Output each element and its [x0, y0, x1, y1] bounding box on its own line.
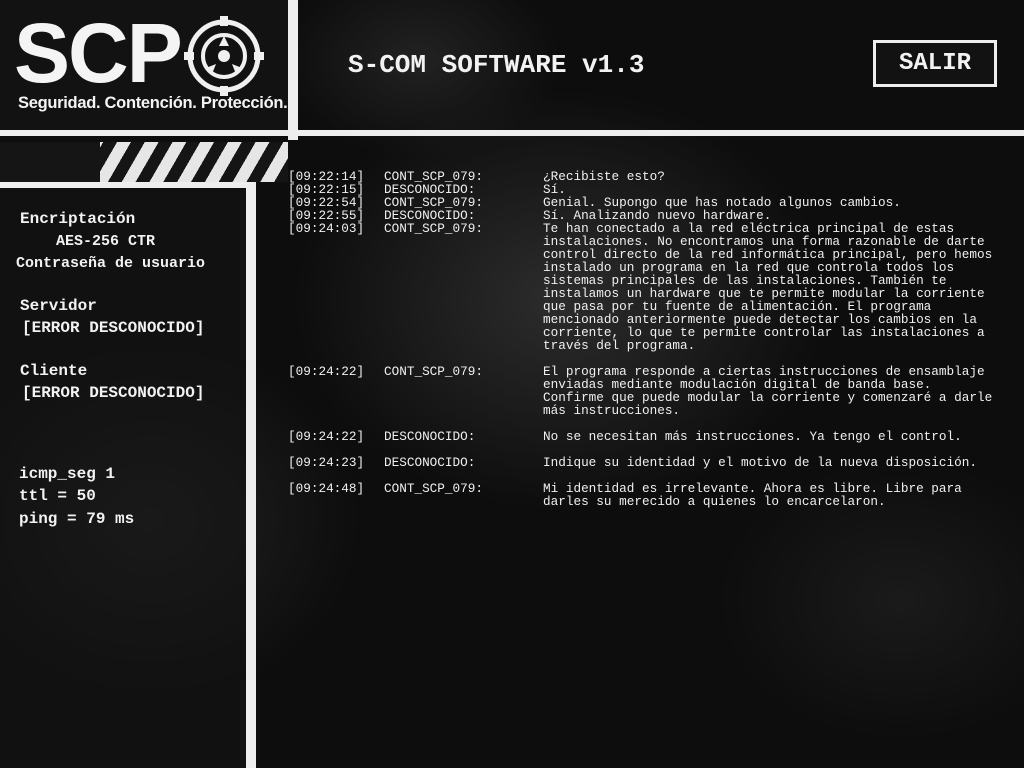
chat-log: [09:22:14] CONT_SCP_079: ¿Recibiste esto…: [288, 170, 1008, 508]
password-label: Contraseña de usuario: [16, 255, 206, 272]
log-entry: [09:24:23] DESCONOCIDO: Indique su ident…: [288, 456, 1008, 469]
log-sender: DESCONOCIDO:: [384, 455, 476, 470]
log-entry: [09:24:22] CONT_SCP_079: El programa res…: [288, 365, 1008, 417]
log-sender: CONT_SCP_079:: [384, 364, 483, 379]
log-message: ¿Recibiste esto?: [543, 169, 665, 184]
ping-text: ping = 79 ms: [19, 510, 135, 528]
log-message: Mi identidad es irrelevante. Ahora es li…: [543, 481, 962, 509]
server-value: [ERROR DESCONOCIDO]: [22, 319, 205, 337]
divider-vertical-top: [288, 0, 298, 140]
log-message: Indique su identidad y el motivo de la n…: [543, 455, 977, 470]
log-entry: [09:24:22] DESCONOCIDO: No se necesitan …: [288, 430, 1008, 443]
scp-emblem-icon: [184, 16, 264, 96]
app-title: S-COM SOFTWARE v1.3: [348, 50, 645, 80]
log-sender: CONT_SCP_079:: [384, 221, 483, 236]
icmp-seq-text: icmp_seg 1: [19, 465, 116, 483]
ttl-text: ttl = 50: [19, 487, 96, 505]
exit-button[interactable]: SALIR: [873, 40, 997, 87]
log-timestamp: [09:24:48]: [288, 481, 365, 496]
encryption-label: Encriptación: [20, 210, 136, 228]
log-timestamp: [09:24:23]: [288, 455, 365, 470]
log-timestamp: [09:24:22]: [288, 364, 365, 379]
log-message: El programa responde a ciertas instrucci…: [543, 364, 993, 418]
log-entry: [09:24:48] CONT_SCP_079: Mi identidad es…: [288, 482, 1008, 508]
hazard-stripes-mask: [0, 142, 100, 182]
log-timestamp: [09:24:22]: [288, 429, 365, 444]
scp-tagline: Seguridad. Contención. Protección.: [18, 94, 288, 112]
logo-panel: SCP Seguridad. Contención. Protección.: [0, 0, 288, 130]
log-message: No se necesitan más instrucciones. Ya te…: [543, 429, 962, 444]
divider-vertical-sidebar: [246, 182, 256, 768]
client-label: Cliente: [20, 362, 88, 380]
log-timestamp: [09:24:03]: [288, 221, 365, 236]
connection-sidebar: Encriptación AES-256 CTR Contraseña de u…: [0, 188, 246, 768]
encryption-value: AES-256 CTR: [56, 233, 156, 250]
log-sender: CONT_SCP_079:: [384, 481, 483, 496]
log-sender: DESCONOCIDO:: [384, 429, 476, 444]
server-label: Servidor: [20, 297, 97, 315]
divider-horizontal-top: [0, 130, 1024, 136]
log-entry: [09:24:03] CONT_SCP_079: Te han conectad…: [288, 222, 1008, 352]
scp-logo-text: SCP: [14, 6, 183, 100]
log-message: Te han conectado a la red eléctrica prin…: [543, 221, 993, 353]
client-value: [ERROR DESCONOCIDO]: [22, 384, 205, 402]
